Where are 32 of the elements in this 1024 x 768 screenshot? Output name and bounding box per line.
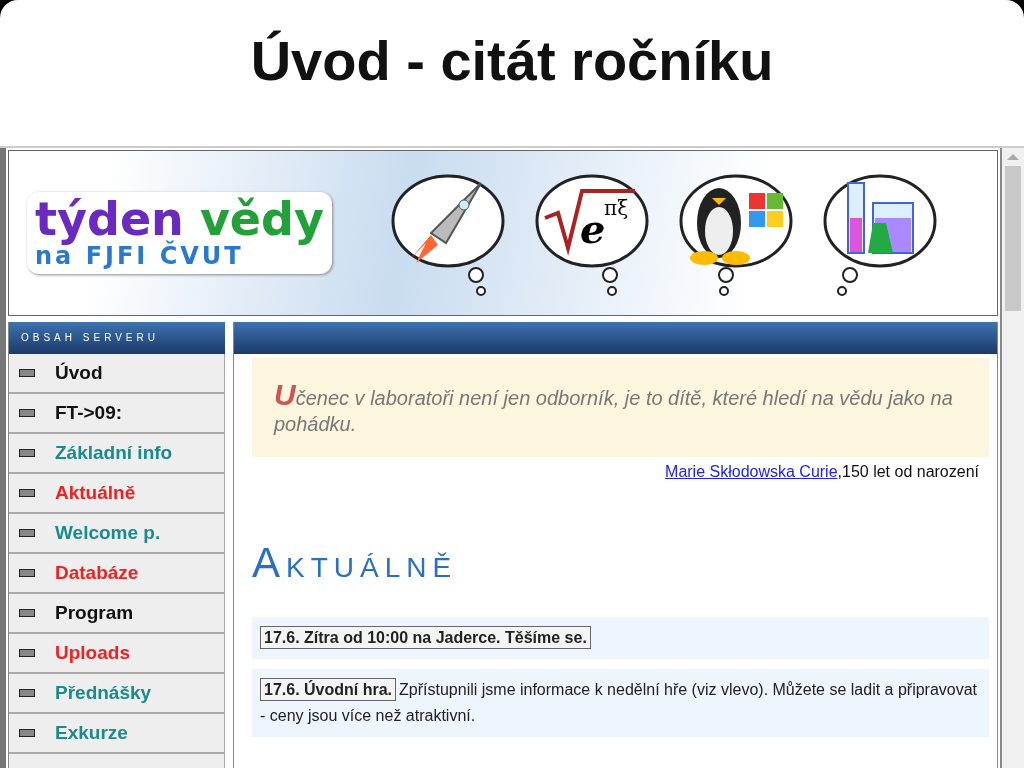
nav-link[interactable]: Přednášky [9, 674, 225, 714]
scrollbar[interactable] [1000, 148, 1024, 768]
site-logo: týden vědy na FJFI ČVUT [27, 192, 332, 274]
nav-link[interactable]: Welcome p. [9, 514, 225, 554]
nav-link[interactable]: Databáze [9, 554, 225, 594]
author-link[interactable]: Marie Skłodowska Curie [665, 463, 838, 480]
bullet-icon [19, 729, 35, 737]
bullet-icon [19, 609, 35, 617]
bullet-icon [19, 649, 35, 657]
author-note: ,150 let od narození [837, 463, 979, 480]
slide-title: Úvod - citát ročníku [250, 28, 774, 93]
bullet-icon [19, 569, 35, 577]
quote-text: Učenec v laboratoři není jen odborník, je to dítě, které hledí na vědu jako na pohádku. [274, 382, 954, 437]
bullet-icon [19, 489, 35, 497]
scroll-up-icon[interactable] [1007, 154, 1019, 160]
news-text: 17.6. Zítra od 10:00 na Jaderce. Těšíme se. [260, 625, 981, 651]
scrollbar-thumb[interactable] [1005, 166, 1021, 311]
bullet-icon [19, 529, 35, 537]
sidebar-heading: OBSAH SERVERU [9, 322, 225, 354]
nav-link[interactable]: Základní info [9, 434, 225, 474]
nav-link[interactable]: Aktuálně [9, 474, 225, 514]
nav-link[interactable]: FT->09: [9, 394, 225, 434]
section-heading: AKTUÁLNĚ [252, 539, 459, 587]
bullet-icon [19, 369, 35, 377]
nav-link[interactable]: Program [9, 594, 225, 634]
bullet-icon [19, 449, 35, 457]
nav-link[interactable]: Uploads [9, 634, 225, 674]
nav-link[interactable]: Exkurze [9, 714, 225, 754]
bullet-icon [19, 689, 35, 697]
news-text: 17.6. Úvodní hra. Zpřístupnili jsme informace k nedělní hře (viz vlevo). Můžete se ladit a připravovat - ceny jsou více než atraktivní. [260, 677, 981, 729]
bullet-icon [19, 409, 35, 417]
nav-link[interactable]: Úvod [9, 354, 225, 394]
